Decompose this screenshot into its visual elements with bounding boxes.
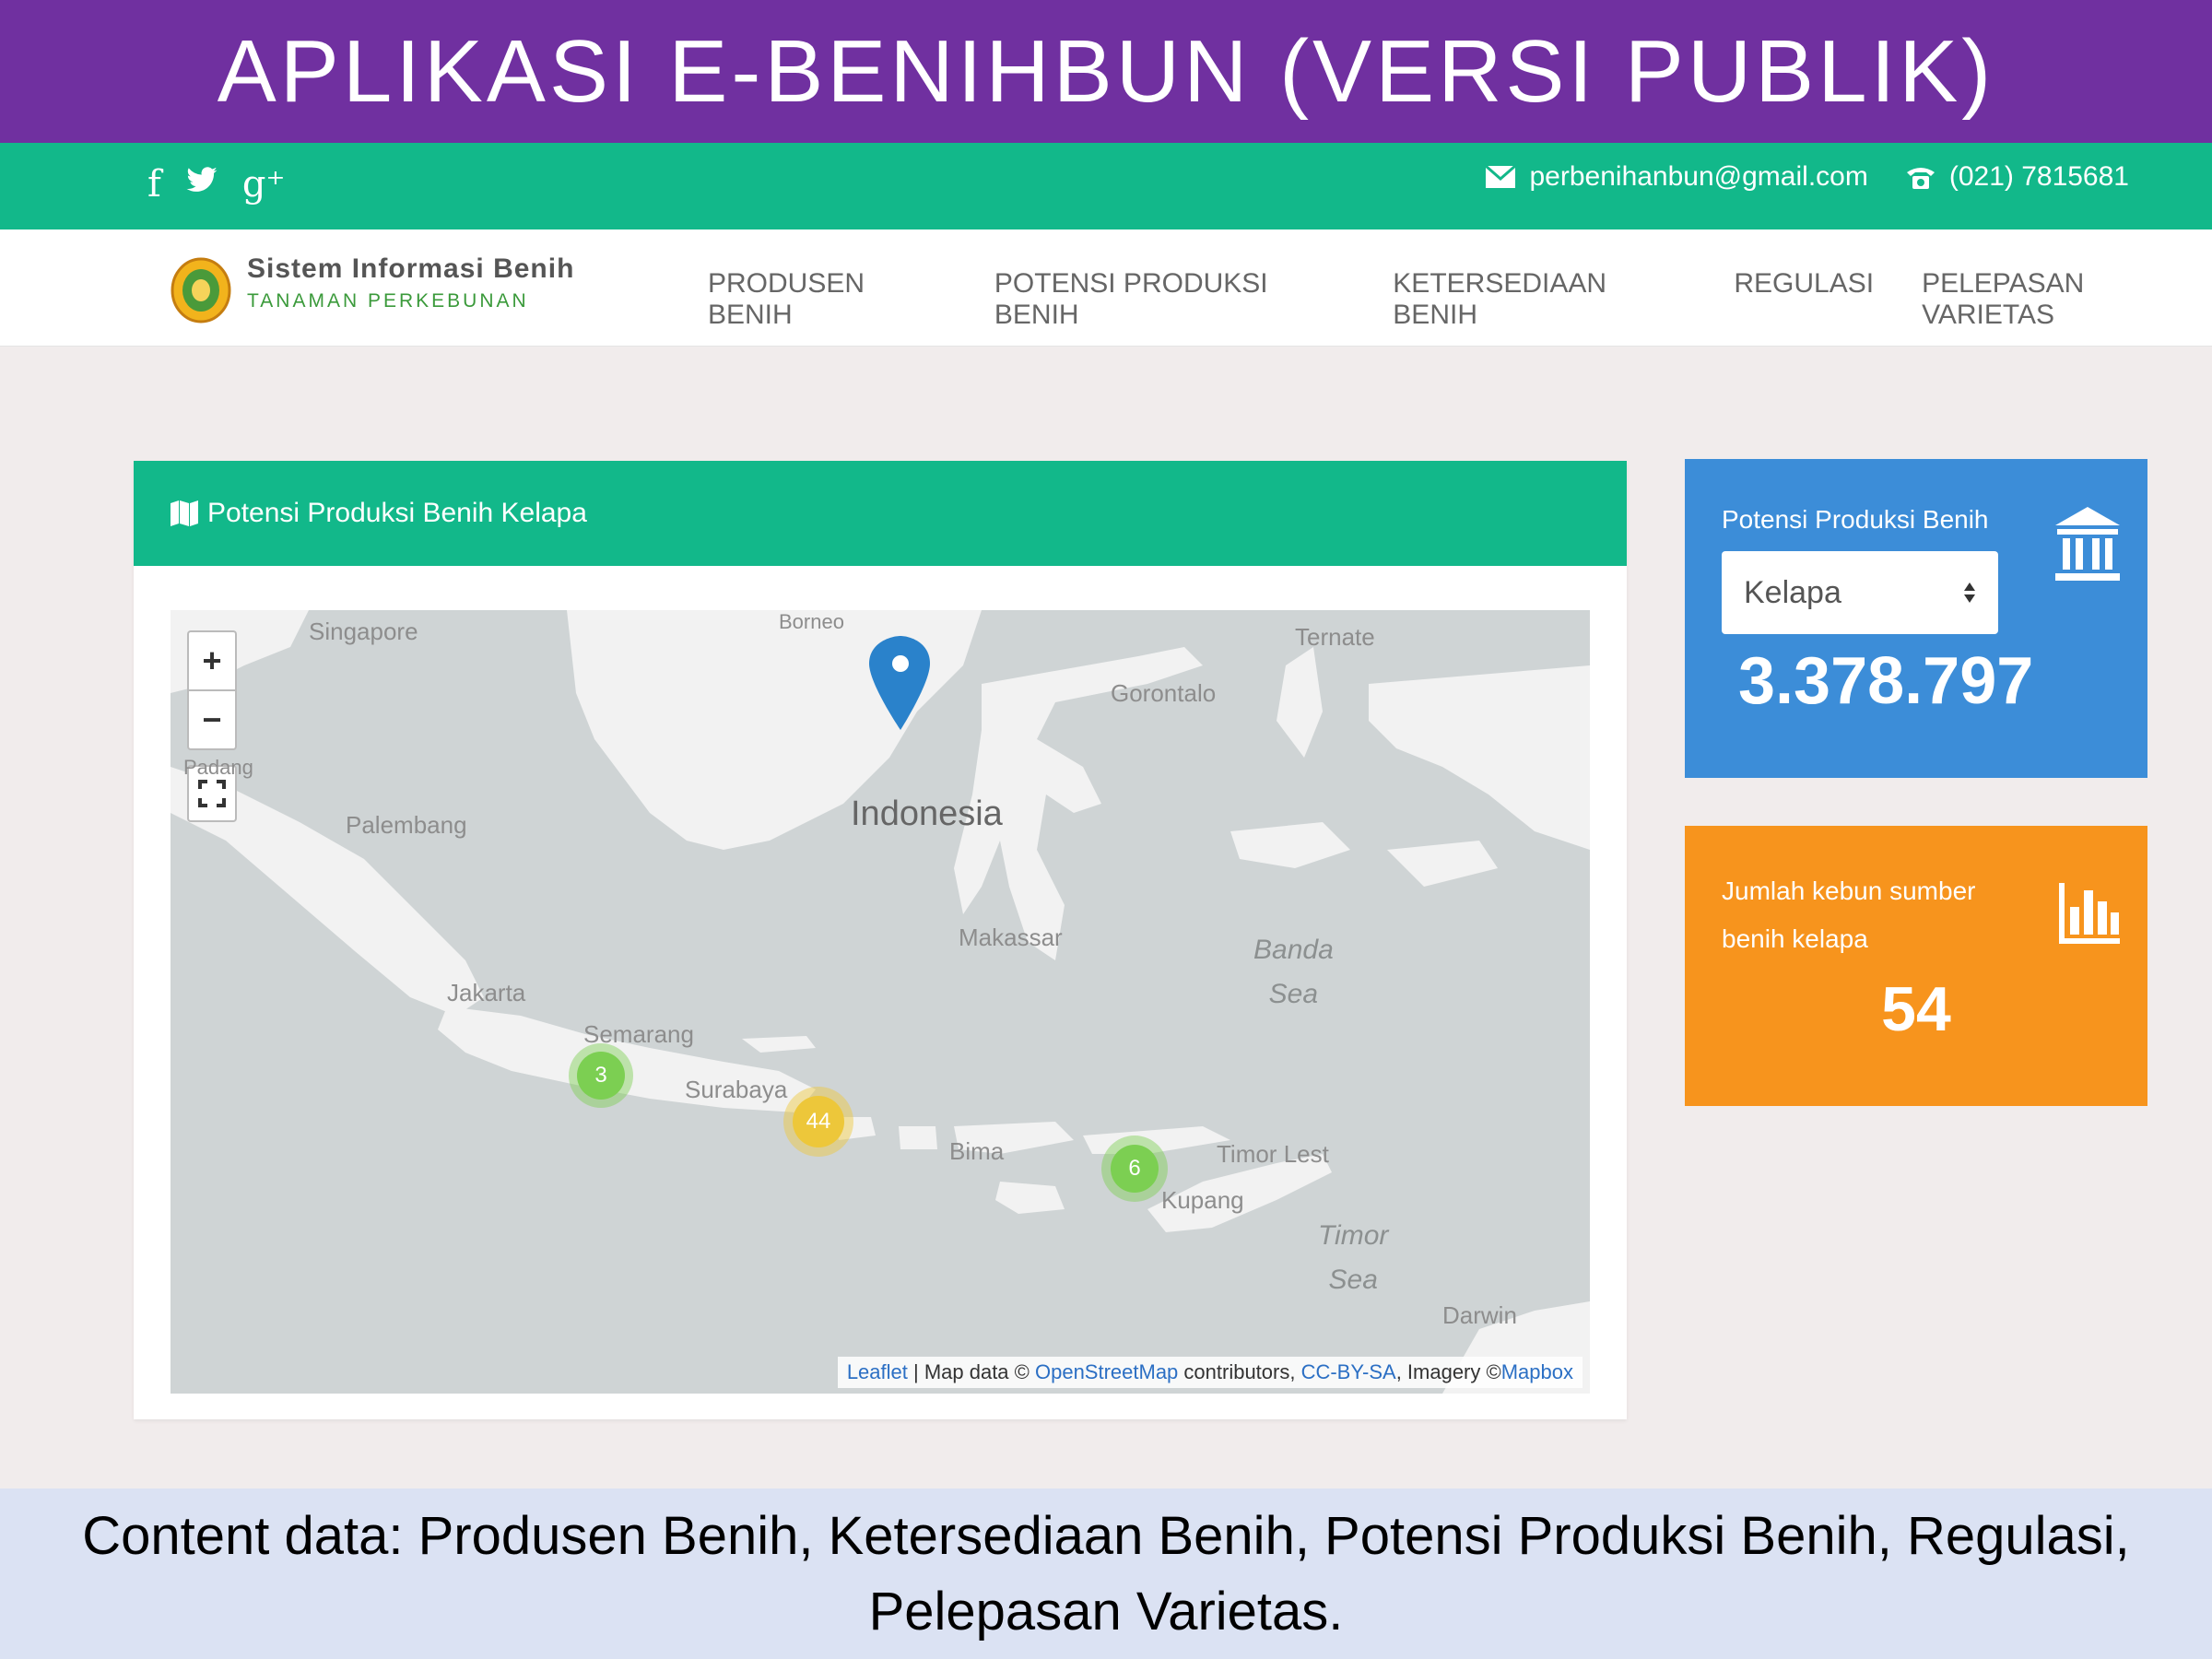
cluster-marker[interactable]: 3 xyxy=(569,1043,633,1108)
facebook-icon[interactable]: f xyxy=(147,163,161,206)
leaflet-link[interactable]: Leaflet xyxy=(847,1360,908,1383)
commodity-select-value: Kelapa xyxy=(1744,574,1841,610)
map-icon xyxy=(171,500,198,526)
label-darwin: Darwin xyxy=(1442,1301,1517,1329)
social-links: f g⁺ xyxy=(147,163,286,206)
osm-link[interactable]: OpenStreetMap xyxy=(1035,1360,1178,1383)
attribution-text: , Imagery © xyxy=(1395,1360,1501,1383)
zoom-in-button[interactable]: + xyxy=(187,630,237,689)
label-indonesia: Indonesia xyxy=(851,794,1003,833)
kebun-sumber-card: Jumlah kebun sumber benih kelapa 54 xyxy=(1685,826,2147,1106)
potensi-produksi-value: 3.378.797 xyxy=(1738,644,2034,718)
label-padang: Padang xyxy=(183,756,253,779)
brand-title: Sistem Informasi Benih xyxy=(247,253,575,284)
label-ternate: Ternate xyxy=(1295,623,1375,651)
bank-icon xyxy=(2055,507,2120,581)
cluster-marker[interactable]: 44 xyxy=(783,1087,853,1157)
phone-text: (021) 7815681 xyxy=(1948,161,2129,192)
menu-potensi-produksi-benih[interactable]: POTENSI PRODUKSI BENIH xyxy=(994,268,1345,331)
navbar: Sistem Informasi Benih TANAMAN PERKEBUNA… xyxy=(0,229,2212,347)
main-menu: PRODUSEN BENIH POTENSI PRODUKSI BENIH KE… xyxy=(708,268,2212,331)
label-surabaya: Surabaya xyxy=(685,1076,788,1103)
cluster-count: 6 xyxy=(1111,1145,1159,1193)
site-logo[interactable] xyxy=(171,257,231,324)
footer-text: Content data: Produsen Benih, Ketersedia… xyxy=(82,1505,2130,1641)
label-timor-sea: Timor Sea xyxy=(1318,1220,1389,1295)
label-kupang: Kupang xyxy=(1161,1186,1244,1214)
fullscreen-icon xyxy=(198,780,226,807)
mapbox-link[interactable]: Mapbox xyxy=(1501,1360,1573,1383)
cluster-count: 3 xyxy=(577,1052,625,1100)
map-panel-title: Potensi Produksi Benih Kelapa xyxy=(207,498,587,528)
select-arrows-icon xyxy=(1964,582,1975,603)
map-panel-header: Potensi Produksi Benih Kelapa xyxy=(134,461,1627,566)
brand[interactable]: Sistem Informasi Benih TANAMAN PERKEBUNA… xyxy=(247,253,574,312)
label-jakarta: Jakarta xyxy=(447,979,526,1006)
cluster-marker[interactable]: 6 xyxy=(1101,1135,1168,1202)
coconut-seed-map[interactable]: + − Singapore Borneo Ternate Gorontalo P… xyxy=(171,610,1590,1394)
zoom-out-button[interactable]: − xyxy=(187,689,237,750)
menu-produsen-benih[interactable]: PRODUSEN BENIH xyxy=(708,268,947,331)
menu-regulasi[interactable]: REGULASI xyxy=(1734,268,1874,331)
kebun-sumber-label: Jumlah kebun sumber benih kelapa xyxy=(1722,877,1976,953)
google-plus-icon[interactable]: g⁺ xyxy=(242,163,286,206)
bar-chart-icon xyxy=(2059,883,2120,944)
top-bar: f g⁺ perbenihanbun@gmail.com (021) 78156… xyxy=(0,143,2212,229)
potensi-produksi-label: Potensi Produksi Benih xyxy=(1722,505,1989,534)
label-makassar: Makassar xyxy=(959,924,1063,951)
contact-info: perbenihanbun@gmail.com (021) 7815681 xyxy=(1485,161,2129,193)
attribution-text: contributors, xyxy=(1178,1360,1301,1383)
label-gorontalo: Gorontalo xyxy=(1111,679,1217,707)
cc-by-sa-link[interactable]: CC-BY-SA xyxy=(1301,1360,1396,1383)
label-singapore: Singapore xyxy=(309,618,418,645)
twitter-icon[interactable] xyxy=(185,163,218,206)
cluster-count: 44 xyxy=(793,1096,844,1147)
app-screenshot: f g⁺ perbenihanbun@gmail.com (021) 78156… xyxy=(0,143,2212,1488)
brand-subtitle: TANAMAN PERKEBUNAN xyxy=(247,290,529,312)
kebun-sumber-value: 54 xyxy=(1881,974,1951,1044)
label-banda-sea: Banda Sea xyxy=(1253,935,1334,1009)
phone-icon xyxy=(1906,168,1935,189)
label-timor-leste: Timor Lest xyxy=(1217,1140,1329,1168)
envelope-icon xyxy=(1485,165,1517,188)
email-contact[interactable]: perbenihanbun@gmail.com xyxy=(1485,161,1868,193)
map-attribution: Leaflet | Map data © OpenStreetMap contr… xyxy=(837,1357,1583,1388)
menu-pelepasan-varietas[interactable]: PELEPASAN VARIETAS xyxy=(1922,268,2212,331)
attribution-text: | Map data © xyxy=(907,1360,1035,1383)
label-palembang: Palembang xyxy=(346,811,467,839)
label-bima: Bima xyxy=(949,1137,1005,1165)
map-panel: Potensi Produksi Benih Kelapa + − Singap… xyxy=(134,461,1627,1419)
email-text: perbenihanbun@gmail.com xyxy=(1529,161,1868,192)
slide-footer: Content data: Produsen Benih, Ketersedia… xyxy=(0,1488,2212,1659)
menu-ketersediaan-benih[interactable]: KETERSEDIAAN BENIH xyxy=(1393,268,1686,331)
label-borneo: Borneo xyxy=(779,610,844,633)
commodity-select[interactable]: Kelapa xyxy=(1722,551,1998,634)
potensi-produksi-card: Potensi Produksi Benih Kelapa 3.378.797 xyxy=(1685,459,2147,778)
slide-title: APLIKASI E-BENIHBUN (VERSI PUBLIK) xyxy=(0,0,2212,143)
phone-contact[interactable]: (021) 7815681 xyxy=(1905,161,2129,193)
